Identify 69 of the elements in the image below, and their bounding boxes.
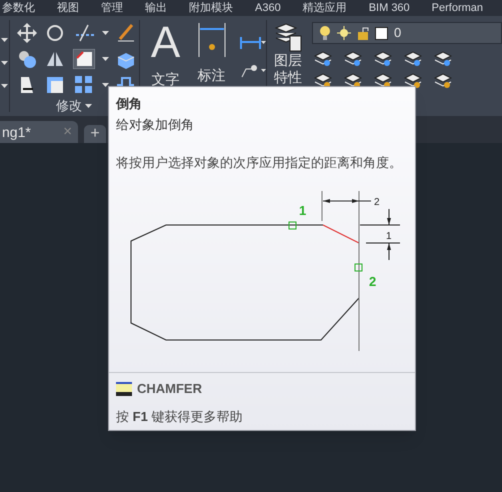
pick-point-marker xyxy=(354,264,362,272)
layer-dropdown[interactable]: 0 xyxy=(312,22,502,44)
move-icon[interactable] xyxy=(17,23,38,43)
layer-name: 0 xyxy=(394,24,402,42)
chamfer-icon[interactable] xyxy=(73,49,96,69)
caret-icon[interactable] xyxy=(0,61,8,65)
letter-a-icon: A xyxy=(150,21,180,65)
new-tab-button[interactable]: + xyxy=(84,125,106,143)
panel-label[interactable]: 修改 xyxy=(56,98,92,114)
menu-tab[interactable]: Performan xyxy=(432,1,484,15)
trim-icon[interactable] xyxy=(74,23,94,43)
array-icon[interactable] xyxy=(74,75,94,95)
copy-circles-icon[interactable] xyxy=(17,49,38,69)
caret-icon[interactable] xyxy=(85,104,92,108)
caret-icon[interactable] xyxy=(102,83,109,87)
pick-number: 2 xyxy=(369,274,376,289)
layer-tool-icon[interactable] xyxy=(404,50,422,66)
caret-icon[interactable] xyxy=(0,38,8,42)
layer-tool-icon[interactable] xyxy=(344,72,362,88)
dimension-icon[interactable] xyxy=(196,21,227,59)
menu-tab[interactable]: 视图 xyxy=(57,1,79,15)
paintbrush-icon[interactable] xyxy=(115,23,136,43)
rotate-icon[interactable] xyxy=(45,23,66,43)
menu-tab[interactable]: 精选应用 xyxy=(302,1,347,15)
caret-icon[interactable] xyxy=(102,57,109,61)
linear-dimension-icon[interactable] xyxy=(240,36,266,50)
caret-icon[interactable] xyxy=(0,84,8,88)
layer-properties-label: 特性 xyxy=(274,69,302,86)
menu-tab[interactable]: 附加模块 xyxy=(189,1,233,15)
dimension-label: 标注 xyxy=(198,66,226,85)
layer-tool-icon[interactable] xyxy=(434,72,452,88)
menu-tab[interactable]: 管理 xyxy=(101,1,123,15)
layer-tool-icon[interactable] xyxy=(374,50,392,66)
menu-tab[interactable]: A360 xyxy=(255,1,281,15)
document-tab[interactable]: ng1* × xyxy=(0,121,78,143)
menu-tab[interactable]: 参数化 xyxy=(2,1,35,15)
layer-properties-label: 图层 xyxy=(274,52,302,69)
help-hint: 按 F1 键获得更多帮助 xyxy=(116,408,244,426)
layer-tool-icon[interactable] xyxy=(314,72,332,88)
tooltip-description: 将按用户选择对象的次序应用指定的距离和角度。 xyxy=(116,155,403,171)
tooltip-title: 倒角 xyxy=(116,96,143,112)
pick-number: 1 xyxy=(299,203,306,218)
scale-icon[interactable] xyxy=(45,75,66,95)
dimension-value: 1 xyxy=(386,231,392,242)
dimension-arrow xyxy=(360,208,400,260)
menu-tab[interactable]: BIM 360 xyxy=(368,1,410,15)
tab-label: ng1* xyxy=(2,122,31,142)
menu-tab[interactable]: 输出 xyxy=(145,1,167,15)
caret-icon[interactable] xyxy=(102,31,109,35)
dimension-value: 2 xyxy=(374,197,380,208)
layer-tool-icon[interactable] xyxy=(404,72,422,88)
layer-tool-icon[interactable] xyxy=(314,50,332,66)
layer-tool-icon[interactable] xyxy=(344,50,362,66)
color-swatch xyxy=(375,26,388,40)
padlock-icon[interactable] xyxy=(357,26,370,40)
tooltip-subtitle: 给对象加倒角 xyxy=(116,117,195,133)
command-window-icon[interactable] xyxy=(116,382,132,396)
layer-tool-icon[interactable] xyxy=(374,72,392,88)
dimension-arrow xyxy=(322,199,372,203)
command-name: CHAMFER xyxy=(137,380,202,398)
layer-properties-button[interactable]: 图层 特性 xyxy=(272,22,304,116)
lightbulb-icon[interactable] xyxy=(319,26,332,40)
pick-point-marker xyxy=(288,222,296,230)
sun-icon[interactable] xyxy=(337,26,352,40)
leader-icon[interactable] xyxy=(240,62,266,78)
layers-icon[interactable] xyxy=(274,22,302,52)
text-label: 文字 xyxy=(152,70,180,89)
layer-tool-icon[interactable] xyxy=(434,50,452,66)
dimension-button[interactable]: 标注 xyxy=(192,21,232,116)
